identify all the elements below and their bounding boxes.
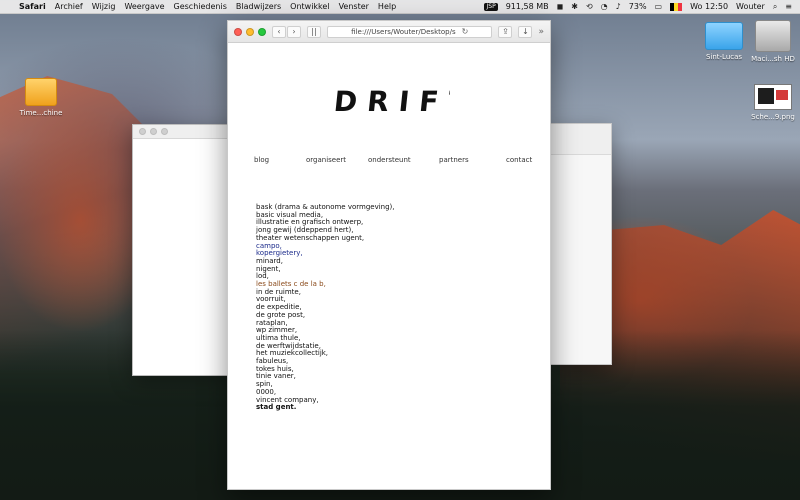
- hard-drive-icon: [755, 20, 791, 52]
- site-logo[interactable]: DRIFT: [332, 83, 450, 117]
- menu-wijzig[interactable]: Wijzig: [92, 2, 116, 11]
- web-page: DRIFT blog organiseert ondersteunt partn…: [228, 43, 550, 489]
- desktop-icon-label: Maci...sh HD: [751, 55, 795, 63]
- zoom-button[interactable]: [258, 27, 266, 36]
- menu-venster[interactable]: Venster: [339, 2, 369, 11]
- nav-contact[interactable]: contact: [506, 156, 532, 164]
- desktop-icon-label: Sche...9.png: [751, 113, 795, 121]
- toolbar-overflow-icon[interactable]: »: [538, 27, 544, 37]
- address-url: file:///Users/Wouter/Desktop/s: [351, 27, 456, 36]
- address-bar[interactable]: file:///Users/Wouter/Desktop/s ↻: [327, 25, 493, 38]
- back-button[interactable]: ‹: [272, 25, 286, 38]
- site-logo-text: DRIFT: [332, 85, 450, 117]
- battery-icon[interactable]: ▭: [655, 2, 663, 11]
- partner-list-item: spin,: [256, 380, 273, 389]
- background-window-toolbar: [549, 124, 611, 155]
- nav-partners[interactable]: partners: [439, 156, 469, 164]
- spotlight-search-icon[interactable]: ⌕: [773, 2, 777, 12]
- nav-ondersteunt[interactable]: ondersteunt: [368, 156, 411, 164]
- user-menu[interactable]: Wouter: [736, 2, 765, 11]
- downloads-button[interactable]: ↓: [518, 25, 533, 38]
- menubar: Safari Archief Wijzig Weergave Geschiede…: [0, 0, 800, 14]
- wifi-icon[interactable]: ◔: [601, 2, 608, 11]
- desktop-icon-label: Time...chine: [19, 109, 63, 117]
- forward-button[interactable]: ›: [287, 25, 301, 38]
- screenshot-file-icon: [754, 84, 792, 110]
- menubar-left: Safari Archief Wijzig Weergave Geschiede…: [0, 2, 396, 11]
- jsp-status-badge[interactable]: JSP: [484, 2, 498, 11]
- close-button[interactable]: [234, 27, 242, 36]
- bluetooth-icon[interactable]: ✱: [571, 2, 578, 11]
- menu-bladwijzers[interactable]: Bladwijzers: [236, 2, 281, 11]
- desktop-icon-macintosh-hd[interactable]: Maci...sh HD: [738, 20, 800, 63]
- drive-orange-icon: [25, 78, 57, 106]
- menu-help[interactable]: Help: [378, 2, 396, 11]
- window-controls: [234, 27, 266, 36]
- partner-list: bask (drama & autonome vormgeving), basic…: [256, 203, 395, 412]
- desktop-icon-time-machine[interactable]: Time...chine: [6, 78, 76, 117]
- safari-toolbar: ‹ › || file:///Users/Wouter/Desktop/s ↻ …: [228, 21, 550, 43]
- input-source-flag-icon[interactable]: [670, 2, 683, 11]
- nav-organiseert[interactable]: organiseert: [306, 156, 346, 164]
- partner-list-item: tinie vaner,: [256, 372, 296, 381]
- app-status-icon[interactable]: ◼: [557, 2, 564, 11]
- app-menu[interactable]: Safari: [19, 2, 46, 11]
- menu-weergave[interactable]: Weergave: [124, 2, 164, 11]
- volume-icon[interactable]: ♪: [616, 2, 621, 11]
- zoom-button-inactive[interactable]: [161, 128, 168, 135]
- background-window-right[interactable]: [548, 123, 612, 365]
- reload-icon[interactable]: ↻: [462, 27, 469, 36]
- menu-archief[interactable]: Archief: [55, 2, 83, 11]
- sidebar-button[interactable]: ||: [307, 25, 321, 38]
- nav-blog[interactable]: blog: [254, 156, 269, 164]
- clock[interactable]: Wo 12:50: [690, 2, 728, 11]
- battery-percentage[interactable]: 73%: [629, 2, 647, 11]
- memory-readout[interactable]: 911,58 MB: [506, 2, 549, 11]
- partner-list-item: stad gent.: [256, 403, 297, 412]
- minimize-button[interactable]: [246, 27, 254, 36]
- menubar-status: JSP 911,58 MB ◼ ✱ ⟲ ◔ ♪ 73% ▭ Wo 12:50 W…: [484, 2, 800, 12]
- partner-list-item: nigent,: [256, 264, 281, 273]
- safari-window[interactable]: ‹ › || file:///Users/Wouter/Desktop/s ↻ …: [227, 20, 551, 490]
- close-button-inactive[interactable]: [139, 128, 146, 135]
- navigation-buttons: ‹ ›: [272, 25, 301, 38]
- menu-ontwikkel[interactable]: Ontwikkel: [290, 2, 329, 11]
- share-button[interactable]: ⇪: [498, 25, 513, 38]
- menu-geschiedenis[interactable]: Geschiedenis: [174, 2, 227, 11]
- desktop-icon-screenshot[interactable]: Sche...9.png: [738, 84, 800, 121]
- notification-center-icon[interactable]: ≡: [785, 2, 792, 11]
- time-machine-icon[interactable]: ⟲: [586, 2, 593, 11]
- minimize-button-inactive[interactable]: [150, 128, 157, 135]
